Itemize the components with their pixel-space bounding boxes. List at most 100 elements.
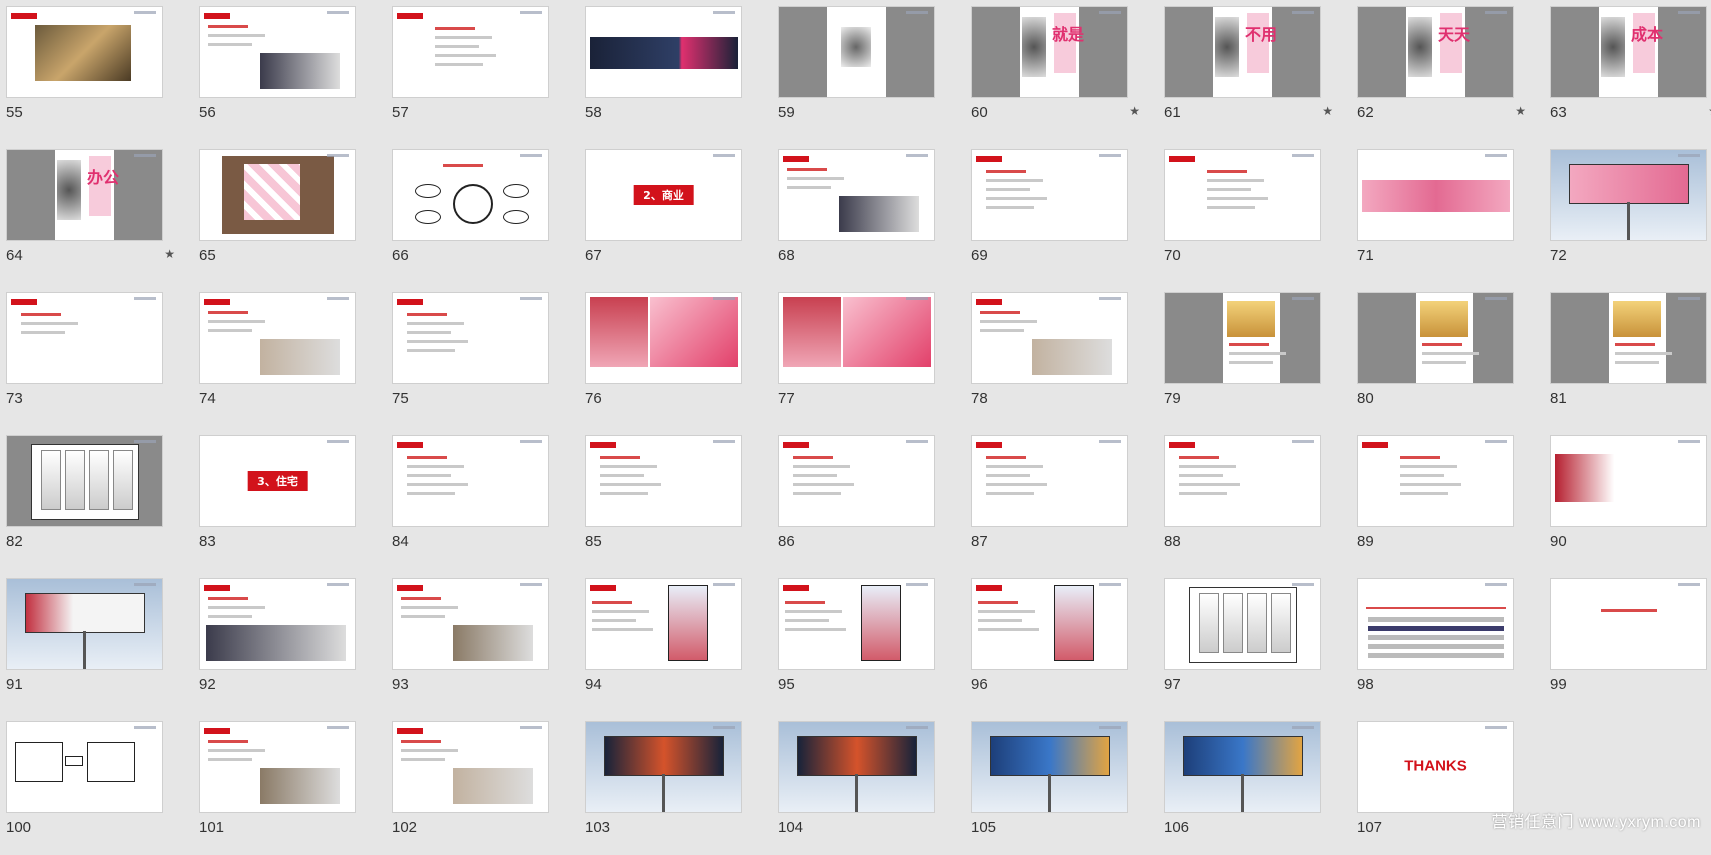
slide-thumbnail[interactable]: 88 xyxy=(1164,435,1321,569)
slide-preview[interactable]: 成本 xyxy=(1550,6,1707,98)
slide-preview[interactable]: 天天 xyxy=(1357,6,1514,98)
slide-thumbnail[interactable]: 79 xyxy=(1164,292,1321,426)
slide-thumbnail[interactable]: 92 xyxy=(199,578,356,712)
slide-preview[interactable] xyxy=(585,721,742,813)
slide-thumbnail[interactable]: 73 xyxy=(6,292,163,426)
slide-preview[interactable] xyxy=(1164,435,1321,527)
slide-thumbnail[interactable]: 84 xyxy=(392,435,549,569)
slide-preview[interactable] xyxy=(199,149,356,241)
slide-thumbnail[interactable]: 不用 61 ★ xyxy=(1164,6,1333,140)
slide-thumbnail[interactable]: 天天 62 ★ xyxy=(1357,6,1526,140)
slide-thumbnail[interactable]: 59 xyxy=(778,6,935,140)
slide-thumbnail[interactable]: 96 xyxy=(971,578,1128,712)
slide-preview[interactable] xyxy=(585,6,742,98)
slide-thumbnail[interactable]: 86 xyxy=(778,435,935,569)
slide-preview[interactable] xyxy=(971,721,1128,813)
slide-preview[interactable] xyxy=(1164,149,1321,241)
slide-thumbnail[interactable]: 87 xyxy=(971,435,1128,569)
slide-thumbnail[interactable]: 91 xyxy=(6,578,163,712)
slide-thumbnail[interactable]: 85 xyxy=(585,435,742,569)
slide-preview[interactable] xyxy=(971,149,1128,241)
slide-thumbnail[interactable]: 58 xyxy=(585,6,742,140)
slide-preview[interactable]: 不用 xyxy=(1164,6,1321,98)
slide-preview[interactable] xyxy=(392,6,549,98)
slide-thumbnail[interactable]: 69 xyxy=(971,149,1128,283)
slide-thumbnail[interactable]: 104 xyxy=(778,721,935,855)
slide-preview[interactable] xyxy=(1357,578,1514,670)
slide-preview[interactable] xyxy=(1550,578,1707,670)
slide-preview[interactable] xyxy=(778,721,935,813)
slide-thumbnail[interactable]: 75 xyxy=(392,292,549,426)
slide-thumbnail[interactable]: 2、商业 67 xyxy=(585,149,742,283)
slide-thumbnail[interactable]: 97 xyxy=(1164,578,1321,712)
slide-preview[interactable] xyxy=(199,578,356,670)
slide-preview[interactable] xyxy=(778,6,935,98)
slide-thumbnail[interactable]: 98 xyxy=(1357,578,1514,712)
slide-thumbnail[interactable]: 76 xyxy=(585,292,742,426)
slide-thumbnail[interactable]: 94 xyxy=(585,578,742,712)
slide-preview[interactable] xyxy=(1550,292,1707,384)
slide-preview[interactable] xyxy=(6,6,163,98)
slide-thumbnail[interactable]: 57 xyxy=(392,6,549,140)
slide-thumbnail[interactable]: 66 xyxy=(392,149,549,283)
slide-preview[interactable] xyxy=(585,435,742,527)
slide-thumbnail[interactable]: 77 xyxy=(778,292,935,426)
slide-preview[interactable] xyxy=(392,435,549,527)
slide-preview[interactable] xyxy=(585,578,742,670)
slide-thumbnail[interactable]: 80 xyxy=(1357,292,1514,426)
slide-preview[interactable] xyxy=(392,721,549,813)
slide-preview[interactable] xyxy=(971,292,1128,384)
slide-thumbnail[interactable]: 81 xyxy=(1550,292,1707,426)
slide-preview[interactable]: 3、住宅 xyxy=(199,435,356,527)
slide-preview[interactable] xyxy=(6,721,163,813)
slide-thumbnail[interactable]: 成本63★ xyxy=(1550,6,1711,140)
slide-thumbnail[interactable]: THANKS 107 xyxy=(1357,721,1514,855)
slide-preview[interactable] xyxy=(1164,578,1321,670)
slide-thumbnail[interactable]: 56 xyxy=(199,6,356,140)
slide-preview[interactable] xyxy=(778,292,935,384)
slide-thumbnail[interactable]: 100 xyxy=(6,721,163,855)
slide-preview[interactable] xyxy=(6,435,163,527)
slide-preview[interactable] xyxy=(778,149,935,241)
slide-thumbnail[interactable]: 82 xyxy=(6,435,163,569)
slide-thumbnail[interactable]: 106 xyxy=(1164,721,1321,855)
slide-thumbnail[interactable]: 就是 60 ★ xyxy=(971,6,1140,140)
slide-thumbnail[interactable]: 71 xyxy=(1357,149,1514,283)
slide-preview[interactable]: 办公 xyxy=(6,149,163,241)
slide-preview[interactable] xyxy=(1550,149,1707,241)
slide-preview[interactable] xyxy=(1357,292,1514,384)
slide-preview[interactable] xyxy=(1357,149,1514,241)
slide-preview[interactable] xyxy=(778,578,935,670)
slide-preview[interactable] xyxy=(6,292,163,384)
slide-preview[interactable] xyxy=(199,721,356,813)
slide-thumbnail[interactable]: 74 xyxy=(199,292,356,426)
slide-preview[interactable] xyxy=(1164,721,1321,813)
slide-thumbnail[interactable]: 95 xyxy=(778,578,935,712)
slide-preview[interactable] xyxy=(778,435,935,527)
slide-preview[interactable] xyxy=(6,578,163,670)
slide-thumbnail[interactable]: 102 xyxy=(392,721,549,855)
slide-preview[interactable] xyxy=(1550,435,1707,527)
slide-thumbnail[interactable]: 3、住宅 83 xyxy=(199,435,356,569)
slide-thumbnail[interactable]: 103 xyxy=(585,721,742,855)
slide-preview[interactable] xyxy=(971,578,1128,670)
slide-preview[interactable] xyxy=(392,292,549,384)
slide-thumbnail[interactable]: 78 xyxy=(971,292,1128,426)
slide-preview[interactable]: 2、商业 xyxy=(585,149,742,241)
slide-thumbnail[interactable]: 68 xyxy=(778,149,935,283)
slide-thumbnail[interactable]: 65 xyxy=(199,149,356,283)
slide-thumbnail[interactable]: 105 xyxy=(971,721,1128,855)
slide-preview[interactable]: 就是 xyxy=(971,6,1128,98)
slide-thumbnail[interactable]: 72 xyxy=(1550,149,1707,283)
slide-thumbnail[interactable]: 办公 64 ★ xyxy=(6,149,175,283)
slide-thumbnail[interactable]: 93 xyxy=(392,578,549,712)
slide-thumbnail[interactable]: 101 xyxy=(199,721,356,855)
slide-thumbnail[interactable]: 89 xyxy=(1357,435,1514,569)
slide-thumbnail[interactable]: 70 xyxy=(1164,149,1321,283)
slide-preview[interactable] xyxy=(1357,435,1514,527)
slide-preview[interactable] xyxy=(199,6,356,98)
slide-preview[interactable] xyxy=(392,578,549,670)
slide-preview[interactable]: THANKS xyxy=(1357,721,1514,813)
slide-preview[interactable] xyxy=(392,149,549,241)
slide-preview[interactable] xyxy=(199,292,356,384)
